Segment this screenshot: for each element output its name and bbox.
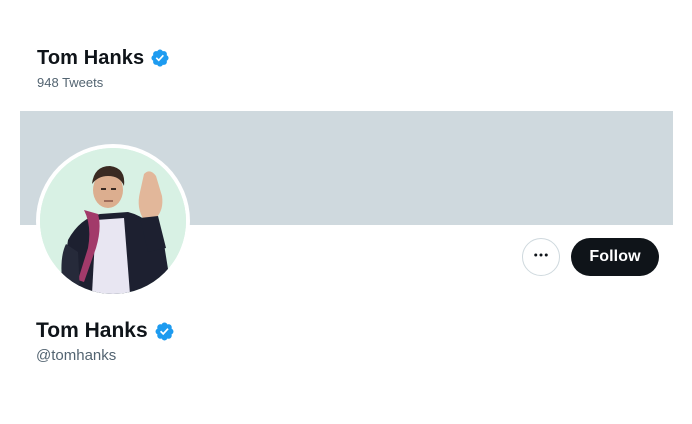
profile-photo — [40, 148, 186, 294]
more-horizontal-icon — [532, 246, 550, 269]
verified-badge-icon — [154, 321, 175, 342]
follow-button[interactable]: Follow — [571, 238, 659, 276]
profile-name-row: Tom Hanks — [36, 317, 175, 345]
profile-page: Tom Hanks 948 Tweets Follow Tom Hanks @t… — [0, 0, 692, 424]
verified-badge-icon — [150, 48, 170, 68]
top-name-row: Tom Hanks — [37, 44, 170, 72]
profile-info: Tom Hanks @tomhanks — [36, 317, 175, 366]
more-options-button[interactable] — [522, 238, 560, 276]
avatar[interactable] — [36, 144, 190, 298]
profile-handle: @tomhanks — [36, 347, 117, 364]
top-header: Tom Hanks 948 Tweets — [37, 44, 170, 91]
header-name: Tom Hanks — [37, 47, 145, 69]
tweets-count: 948 Tweets — [37, 75, 104, 90]
profile-name: Tom Hanks — [36, 319, 148, 342]
